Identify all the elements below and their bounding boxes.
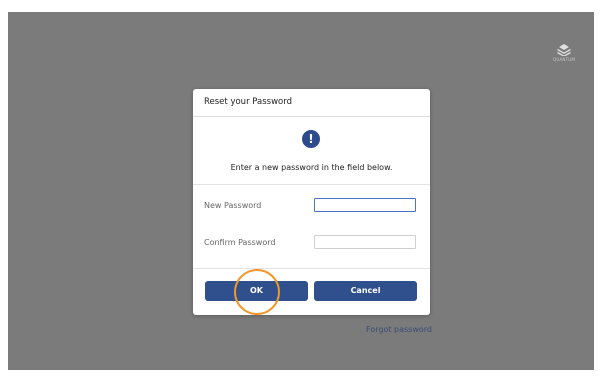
reset-password-dialog: Reset your Password ! Enter a new passwo… [193, 89, 430, 315]
dialog-title: Reset your Password [204, 97, 292, 107]
confirm-password-input[interactable] [314, 235, 416, 249]
brand-logo: QUANTUM [549, 44, 579, 62]
new-password-label: New Password [204, 201, 262, 210]
confirm-password-label: Confirm Password [204, 238, 276, 247]
stacked-layers-icon [557, 44, 571, 56]
info-exclamation-icon: ! [302, 130, 320, 148]
ok-button[interactable]: OK [205, 281, 308, 301]
dialog-message: Enter a new password in the field below. [230, 163, 393, 172]
divider [193, 268, 430, 269]
divider [193, 184, 430, 185]
brand-logo-text: QUANTUM [552, 57, 576, 62]
cancel-button[interactable]: Cancel [314, 281, 417, 301]
new-password-input[interactable] [314, 198, 416, 212]
title-divider [193, 116, 430, 117]
forgot-password-link[interactable]: Forgot password [360, 325, 432, 334]
